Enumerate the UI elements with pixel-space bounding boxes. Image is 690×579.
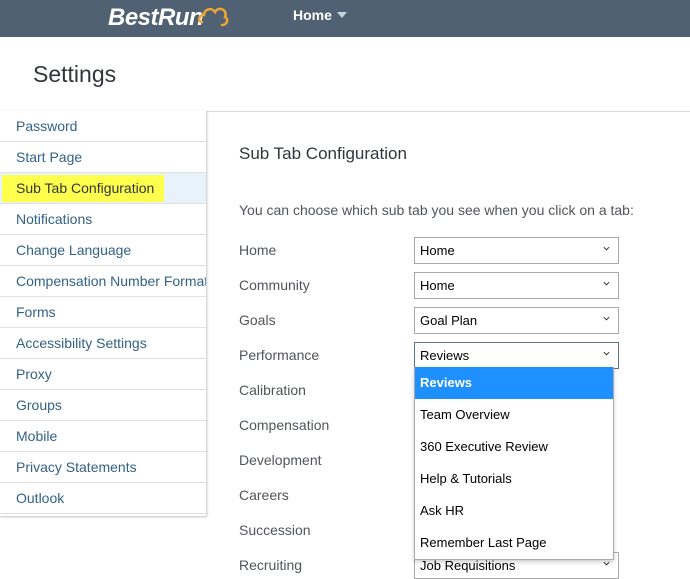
sidebar-item-start-page[interactable]: Start Page	[0, 142, 206, 173]
sidebar-item-change-language[interactable]: Change Language	[0, 235, 206, 266]
sidebar-item-groups[interactable]: Groups	[0, 390, 206, 421]
row-label-recruiting: Recruiting	[239, 557, 303, 573]
chevron-down-icon	[603, 281, 610, 286]
top-navigation-bar: BestRun Home	[0, 0, 690, 37]
row-label-succession: Succession	[239, 522, 311, 538]
sidebar-item-label: Change Language	[16, 242, 132, 258]
chevron-down-icon	[603, 246, 610, 251]
performance-subtab-select[interactable]: Reviews	[414, 342, 619, 369]
row-label-performance: Performance	[239, 347, 320, 363]
section-title: Sub Tab Configuration	[239, 144, 407, 163]
sidebar-item-sub-tab-configuration[interactable]: Sub Tab Configuration	[0, 173, 206, 204]
sidebar-item-mobile[interactable]: Mobile	[0, 421, 206, 452]
chevron-down-icon	[603, 561, 610, 566]
sidebar-item-privacy-statements[interactable]: Privacy Statements	[0, 452, 206, 483]
dropdown-option-360-executive-review[interactable]: 360 Executive Review	[415, 431, 613, 463]
sidebar-item-label: Compensation Number Format	[16, 273, 206, 289]
community-subtab-select[interactable]: Home	[414, 272, 619, 299]
sidebar-item-label: Mobile	[16, 428, 58, 444]
performance-dropdown-list: Reviews Team Overview 360 Executive Revi…	[414, 367, 614, 560]
sidebar-item-compensation-number-format[interactable]: Compensation Number Format	[0, 266, 206, 297]
row-label-careers: Careers	[239, 487, 289, 503]
sidebar-item-label: Notifications	[16, 211, 93, 227]
chevron-down-icon	[603, 316, 610, 321]
row-label-compensation: Compensation	[239, 417, 330, 433]
intro-text: You can choose which sub tab you see whe…	[239, 202, 634, 218]
sidebar-item-forms[interactable]: Forms	[0, 297, 206, 328]
dropdown-option-help-tutorials[interactable]: Help & Tutorials	[415, 463, 613, 495]
sidebar-item-accessibility-settings[interactable]: Accessibility Settings	[0, 328, 206, 359]
home-menu-label: Home	[293, 7, 332, 23]
row-label-calibration: Calibration	[239, 382, 306, 398]
select-value: Goal Plan	[420, 313, 478, 328]
select-value: Reviews	[420, 348, 470, 363]
sidebar-item-label: Start Page	[16, 149, 83, 165]
chevron-down-icon	[603, 351, 610, 356]
dropdown-option-ask-hr[interactable]: Ask HR	[415, 495, 613, 527]
sidebar-item-label: Groups	[16, 397, 62, 413]
row-label-development: Development	[239, 452, 322, 468]
main-content: Sub Tab Configuration You can choose whi…	[207, 111, 690, 579]
select-value: Job Requisitions	[420, 558, 516, 573]
goals-subtab-select[interactable]: Goal Plan	[414, 307, 619, 334]
sidebar-item-label: Sub Tab Configuration	[16, 180, 155, 196]
home-subtab-select[interactable]: Home	[414, 237, 619, 264]
sidebar-item-label: Outlook	[16, 490, 65, 506]
sidebar-item-label: Password	[16, 118, 78, 134]
sidebar-item-label: Forms	[16, 304, 56, 320]
select-value: Home	[420, 243, 455, 258]
caret-down-icon	[336, 12, 347, 18]
sidebar-item-proxy[interactable]: Proxy	[0, 359, 206, 390]
row-label-community: Community	[239, 277, 310, 293]
cloud-logo-icon	[198, 7, 229, 27]
page-header: Settings	[0, 37, 690, 112]
page-title: Settings	[33, 61, 117, 87]
select-value: Home	[420, 278, 455, 293]
bestrun-logo[interactable]: BestRun	[108, 4, 204, 32]
sidebar-item-outlook[interactable]: Outlook	[0, 483, 206, 514]
sidebar-item-label: Privacy Statements	[16, 459, 137, 475]
sidebar-item-notifications[interactable]: Notifications	[0, 204, 206, 235]
sidebar-item-label: Accessibility Settings	[16, 335, 147, 351]
sidebar-item-label: Proxy	[16, 366, 52, 382]
dropdown-option-reviews[interactable]: Reviews	[415, 367, 613, 399]
settings-sidebar: Password Start Page Sub Tab Configuratio…	[0, 111, 207, 516]
dropdown-option-remember-last-page[interactable]: Remember Last Page	[415, 527, 613, 559]
home-menu[interactable]: Home	[293, 7, 347, 23]
sidebar-item-password[interactable]: Password	[0, 111, 206, 142]
dropdown-option-team-overview[interactable]: Team Overview	[415, 399, 613, 431]
row-label-goals: Goals	[239, 312, 276, 328]
row-label-home: Home	[239, 242, 277, 258]
